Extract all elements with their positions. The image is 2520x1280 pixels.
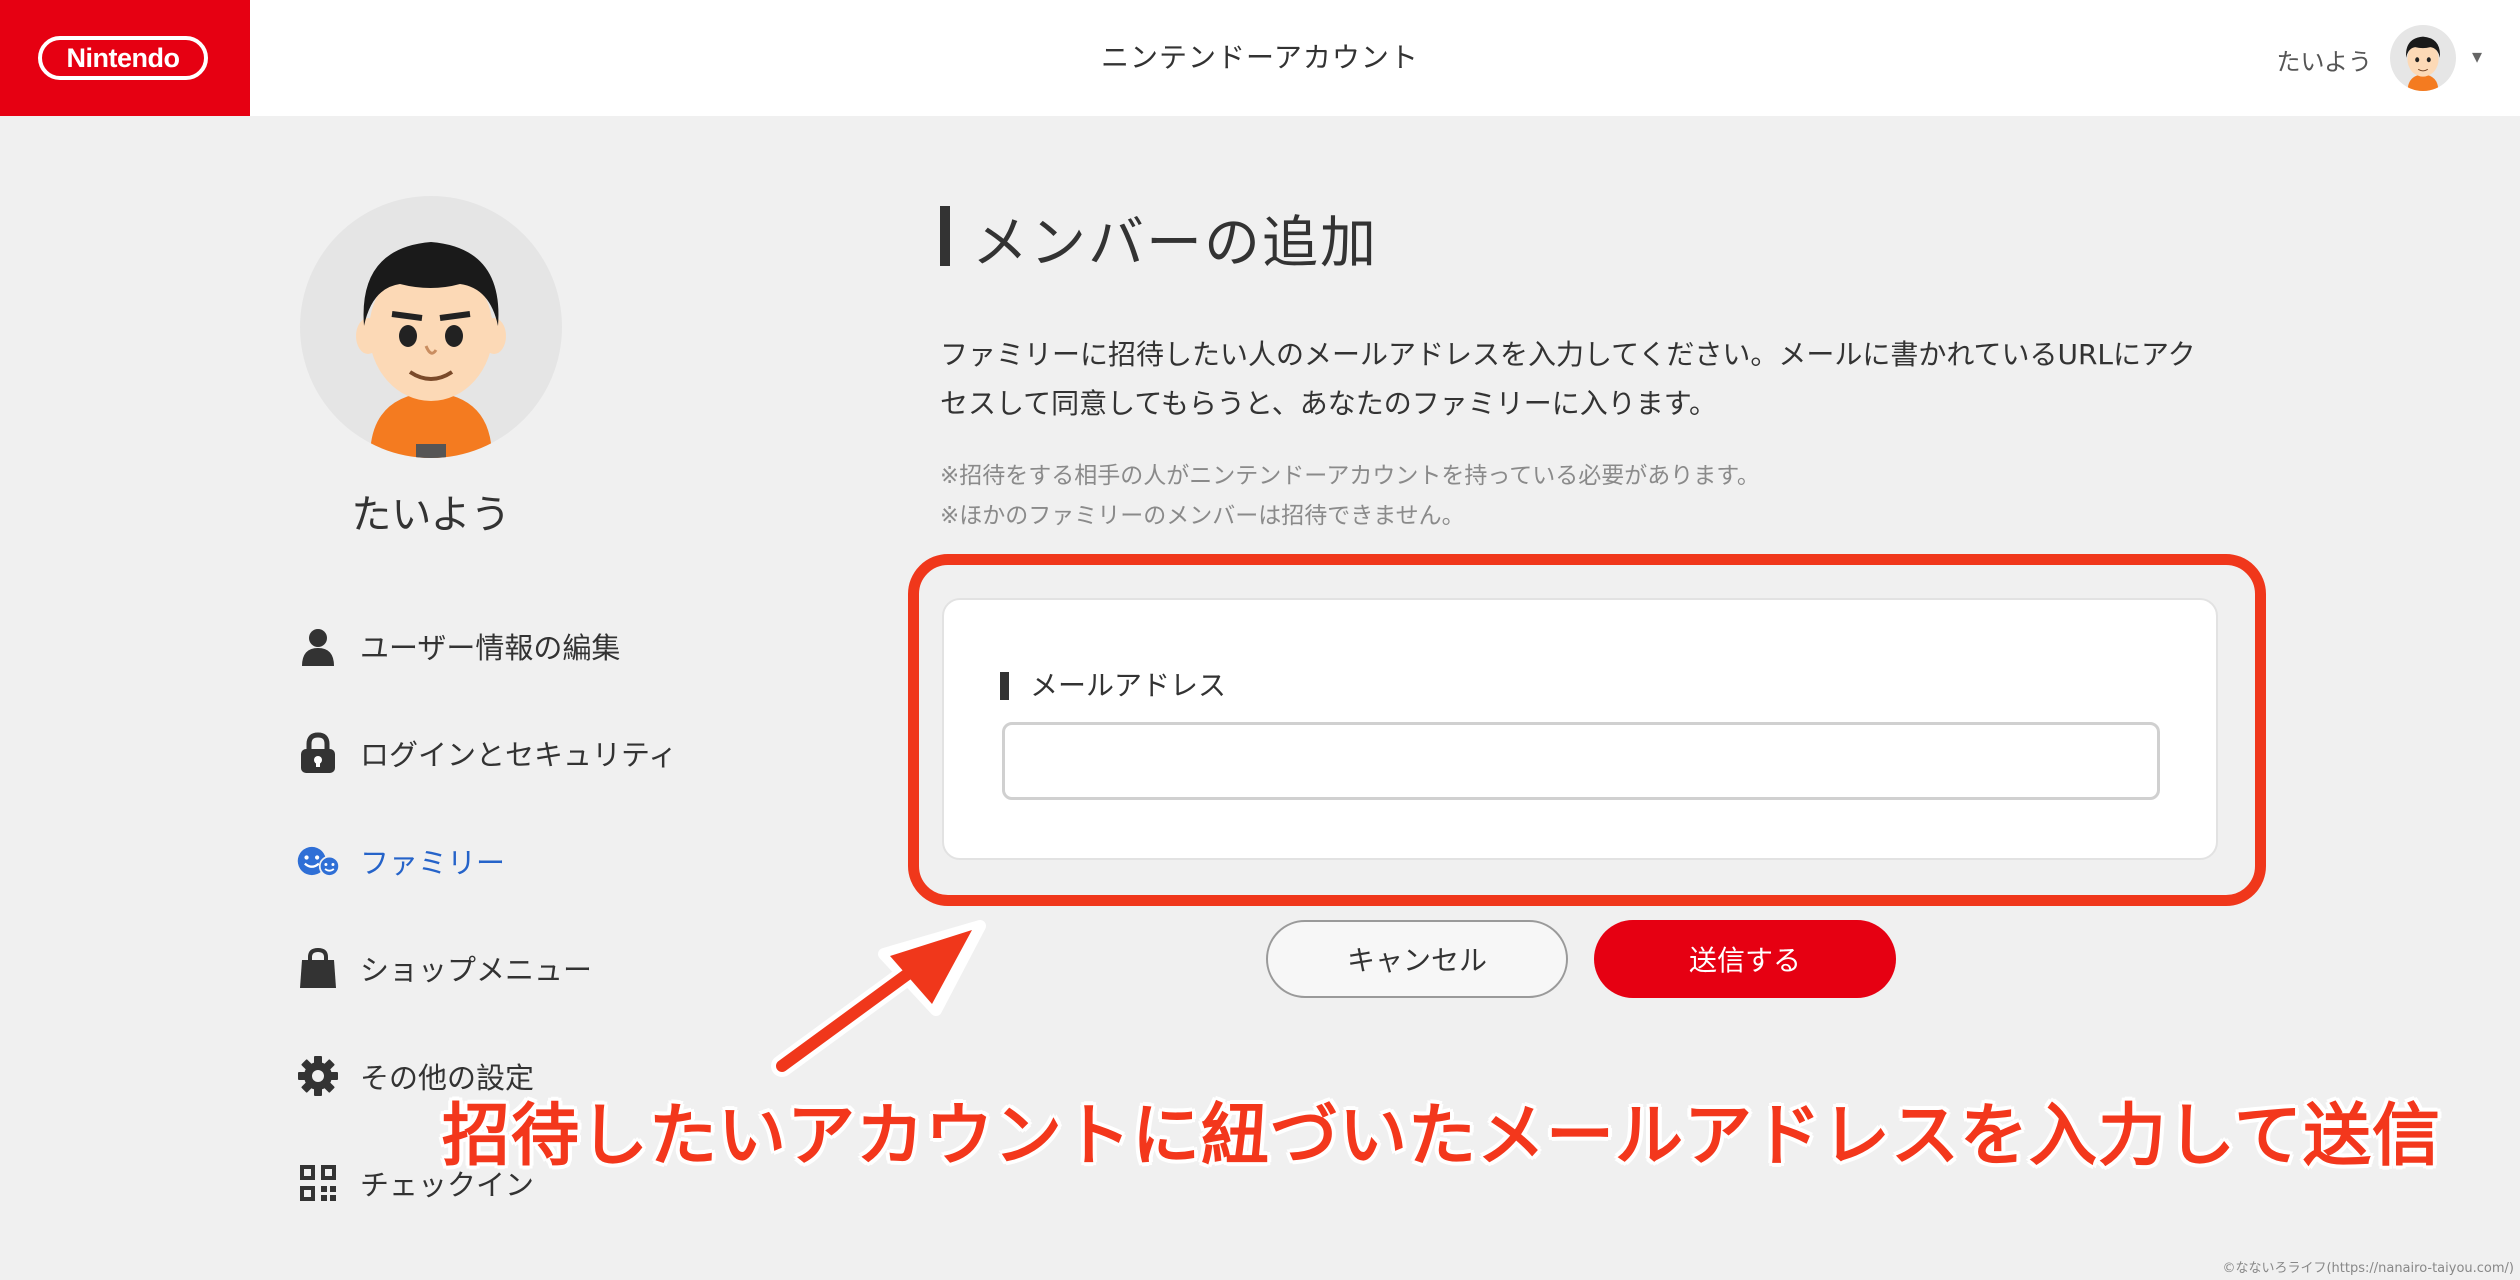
- shopping-bag-icon: [296, 946, 340, 990]
- annotation-caption: 招待したいアカウントに紐づいたメールアドレスを入力して送信: [442, 1097, 2441, 1176]
- header-avatar[interactable]: [2390, 25, 2456, 91]
- watermark: ©なないろライフ(https://nanairo-taiyou.com/): [2222, 1261, 2514, 1276]
- cancel-button[interactable]: キャンセル: [1266, 920, 1568, 998]
- note-account-required: ※招待をする相手の人がニンテンドーアカウントを持っている必要があります。: [940, 463, 1760, 489]
- sidebar-item-label: ユーザー情報の編集: [360, 631, 621, 665]
- qr-code-icon: [296, 1161, 340, 1205]
- sidebar-item-user-info[interactable]: ユーザー情報の編集: [296, 620, 620, 672]
- profile-avatar: [300, 196, 562, 458]
- page-title: メンバーの追加: [972, 211, 1378, 276]
- sidebar-item-family[interactable]: ファミリー: [296, 835, 505, 887]
- email-field-label: メールアドレス: [1030, 669, 1227, 702]
- sidebar-item-label: ショップメニュー: [360, 953, 593, 987]
- note-other-family: ※ほかのファミリーのメンバーは招待できません。: [940, 503, 1465, 529]
- sidebar-item-shop-menu[interactable]: ショップメニュー: [296, 942, 592, 994]
- header-username[interactable]: たいよう: [2276, 42, 2372, 77]
- profile-name: たいよう: [351, 492, 511, 538]
- description-line: ファミリーに招待したい人のメールアドレスを入力してください。メールに書かれている…: [940, 338, 2196, 371]
- gear-icon: [296, 1054, 340, 1098]
- mii-avatar-icon: [2406, 36, 2440, 91]
- mii-avatar-icon: [356, 242, 506, 458]
- sidebar-item-label: ログインとセキュリティ: [360, 738, 678, 772]
- top-header: Nintendo ニンテンドーアカウント たいよう ▾: [0, 0, 2520, 116]
- description-line: セスして同意してもらうと、あなたのファミリーに入ります。: [940, 387, 1718, 420]
- lock-icon: [296, 731, 340, 775]
- chevron-down-icon[interactable]: ▾: [2472, 44, 2482, 68]
- sidebar-item-label: ファミリー: [360, 846, 506, 880]
- field-label-bar: [1000, 672, 1009, 700]
- sidebar-item-login-security[interactable]: ログインとセキュリティ: [296, 727, 677, 779]
- user-icon: [296, 624, 340, 668]
- page-description: ファミリーに招待したい人のメールアドレスを入力してください。メールに書かれている…: [940, 330, 2210, 428]
- email-field[interactable]: [1002, 722, 2160, 800]
- family-icon: [296, 839, 340, 883]
- title-accent-bar: [940, 206, 950, 266]
- header-title: ニンテンドーアカウント: [1101, 41, 1419, 74]
- submit-button[interactable]: 送信する: [1594, 920, 1896, 998]
